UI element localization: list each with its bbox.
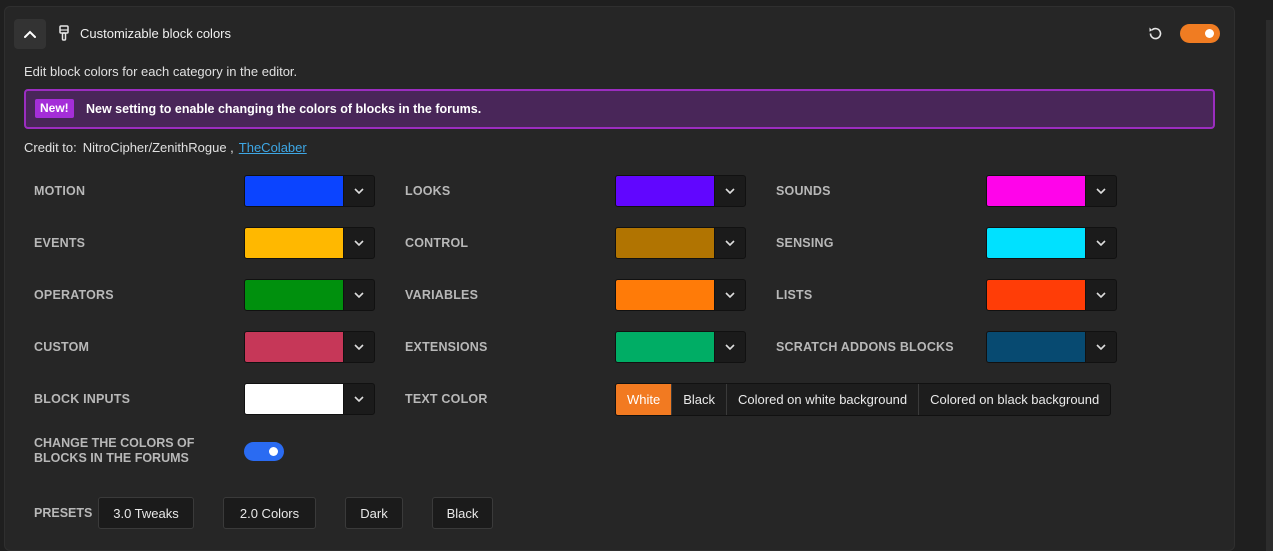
color-swatch[interactable] xyxy=(616,280,714,310)
setting-label: MOTION xyxy=(34,184,86,198)
color-picker[interactable] xyxy=(986,331,1117,363)
dropdown-button[interactable] xyxy=(1085,280,1116,310)
color-swatch[interactable] xyxy=(987,228,1085,258)
dropdown-button[interactable] xyxy=(1085,228,1116,258)
color-picker[interactable] xyxy=(986,175,1117,207)
setting-label: EXTENSIONS xyxy=(405,340,488,354)
chevron-down-icon xyxy=(354,396,364,402)
new-notice: New! New setting to enable changing the … xyxy=(24,89,1215,129)
color-picker[interactable] xyxy=(244,383,375,415)
chevron-up-icon xyxy=(24,30,36,38)
chevron-down-icon xyxy=(1096,344,1106,350)
color-picker[interactable] xyxy=(615,331,746,363)
color-swatch[interactable] xyxy=(987,332,1085,362)
collapse-button[interactable] xyxy=(14,19,46,49)
text-color-option[interactable]: Colored on black background xyxy=(919,384,1110,415)
setting-label: VARIABLES xyxy=(405,288,479,302)
forum-colors-toggle[interactable] xyxy=(244,442,284,461)
dropdown-button[interactable] xyxy=(1085,332,1116,362)
chevron-down-icon xyxy=(725,240,735,246)
setting-label: CUSTOM xyxy=(34,340,90,354)
color-swatch[interactable] xyxy=(245,332,343,362)
credit-line: Credit to: NitroCipher/ZenithRogue , TheCo… xyxy=(24,140,307,155)
credit-name: NitroCipher/ZenithRogue , xyxy=(82,140,234,155)
dropdown-button[interactable] xyxy=(714,332,745,362)
color-picker[interactable] xyxy=(244,279,375,311)
credit-label: Credit to: xyxy=(24,140,77,155)
credit-link[interactable]: TheColaber xyxy=(239,140,307,155)
chevron-down-icon xyxy=(354,240,364,246)
chevron-down-icon xyxy=(1096,188,1106,194)
color-picker[interactable] xyxy=(986,279,1117,311)
color-picker[interactable] xyxy=(615,175,746,207)
addon-title: Customizable block colors xyxy=(80,26,232,41)
text-color-label: TEXT COLOR xyxy=(405,392,488,406)
dropdown-button[interactable] xyxy=(714,176,745,206)
setting-label: LISTS xyxy=(776,288,813,302)
chevron-down-icon xyxy=(725,344,735,350)
addon-description: Edit block colors for each category in t… xyxy=(24,64,298,79)
chevron-down-icon xyxy=(354,292,364,298)
color-picker[interactable] xyxy=(244,331,375,363)
text-color-option[interactable]: Colored on white background xyxy=(727,384,920,415)
dropdown-button[interactable] xyxy=(714,280,745,310)
toggle-knob xyxy=(1205,29,1214,38)
setting-label: SOUNDS xyxy=(776,184,831,198)
color-swatch[interactable] xyxy=(245,280,343,310)
color-swatch[interactable] xyxy=(245,176,343,206)
new-badge: New! xyxy=(35,99,74,118)
color-swatch[interactable] xyxy=(616,332,714,362)
notice-text: New setting to enable changing the color… xyxy=(86,102,482,116)
text-color-selector: White Black Colored on white background … xyxy=(615,383,1112,416)
chevron-down-icon xyxy=(725,292,735,298)
color-swatch[interactable] xyxy=(987,176,1085,206)
forum-label-line: CHANGE THE COLORS OF xyxy=(34,436,195,450)
setting-label: LOOKS xyxy=(405,184,451,198)
chevron-down-icon xyxy=(354,344,364,350)
color-picker[interactable] xyxy=(986,227,1117,259)
chevron-down-icon xyxy=(1096,292,1106,298)
color-picker[interactable] xyxy=(244,175,375,207)
setting-label: OPERATORS xyxy=(34,288,114,302)
preset-dark-button[interactable]: Dark xyxy=(345,497,403,529)
color-swatch[interactable] xyxy=(987,280,1085,310)
color-picker[interactable] xyxy=(615,279,746,311)
setting-label: SENSING xyxy=(776,236,834,250)
dropdown-button[interactable] xyxy=(343,176,374,206)
setting-label: BLOCK INPUTS xyxy=(34,392,131,406)
setting-label: EVENTS xyxy=(34,236,86,250)
presets-label: PRESETS xyxy=(34,506,93,520)
chevron-down-icon xyxy=(354,188,364,194)
reset-icon[interactable] xyxy=(1147,25,1164,42)
dropdown-button[interactable] xyxy=(1085,176,1116,206)
dropdown-button[interactable] xyxy=(343,332,374,362)
text-color-option[interactable]: Black xyxy=(672,384,728,415)
color-swatch[interactable] xyxy=(245,228,343,258)
text-color-option[interactable]: White xyxy=(616,384,673,415)
preset-black-button[interactable]: Black xyxy=(432,497,493,529)
addon-enable-toggle[interactable] xyxy=(1180,24,1220,43)
forum-label-line: BLOCKS IN THE FORUMS xyxy=(34,451,189,465)
chevron-down-icon xyxy=(1096,240,1106,246)
brush-icon xyxy=(59,25,69,41)
preset-3-tweaks-button[interactable]: 3.0 Tweaks xyxy=(98,497,194,529)
color-swatch[interactable] xyxy=(616,228,714,258)
scrollbar-thumb[interactable] xyxy=(1266,20,1273,551)
color-swatch[interactable] xyxy=(245,384,343,414)
color-picker[interactable] xyxy=(615,227,746,259)
forum-colors-label: CHANGE THE COLORS OF BLOCKS IN THE FORUM… xyxy=(34,436,194,466)
preset-2-colors-button[interactable]: 2.0 Colors xyxy=(223,497,316,529)
toggle-knob xyxy=(269,447,278,456)
dropdown-button[interactable] xyxy=(343,280,374,310)
color-swatch[interactable] xyxy=(616,176,714,206)
dropdown-button[interactable] xyxy=(343,384,374,414)
dropdown-button[interactable] xyxy=(714,228,745,258)
setting-label: CONTROL xyxy=(405,236,469,250)
chevron-down-icon xyxy=(725,188,735,194)
color-picker[interactable] xyxy=(244,227,375,259)
setting-label: SCRATCH ADDONS BLOCKS xyxy=(776,340,954,354)
dropdown-button[interactable] xyxy=(343,228,374,258)
